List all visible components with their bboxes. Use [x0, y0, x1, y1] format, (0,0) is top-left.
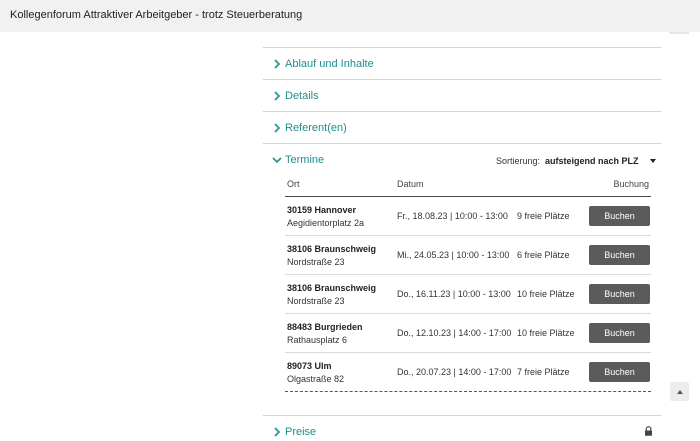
- table-row: 88483 Burgrieden Rathausplatz 6 Do., 12.…: [285, 314, 651, 353]
- accordion-label: Ablauf und Inhalte: [285, 58, 374, 70]
- date-time: Fr., 18.08.23 | 10:00 - 13:00: [397, 211, 508, 221]
- location-street: Aegidientorplatz 2a: [287, 218, 365, 228]
- location-street: Nordstraße 23: [287, 257, 345, 267]
- accordion-label: Termine: [285, 154, 325, 166]
- book-button[interactable]: Buchen: [589, 284, 650, 304]
- location-street: Olgastraße 82: [287, 374, 345, 384]
- location-street: Nordstraße 23: [287, 296, 345, 306]
- book-button[interactable]: Buchen: [589, 245, 650, 265]
- title-bar: Kollegenforum Attraktiver Arbeitgeber - …: [0, 0, 700, 32]
- book-button[interactable]: Buchen: [589, 362, 650, 382]
- table-row: 38106 Braunschweig Nordstraße 23 Mi., 24…: [285, 236, 651, 275]
- location-street: Rathausplatz 6: [287, 335, 348, 345]
- date-time: Mi., 24.05.23 | 10:00 - 13:00: [397, 250, 510, 260]
- free-seats: 9 freie Plätze: [517, 211, 570, 221]
- accordion-label: Referent(en): [285, 122, 347, 134]
- location-name: 38106 Braunschweig: [287, 244, 377, 254]
- free-seats: 7 freie Plätze: [517, 367, 570, 377]
- table-row: 38106 Braunschweig Nordstraße 23 Do., 16…: [285, 275, 651, 314]
- date-time: Do., 12.10.23 | 14:00 - 17:00: [397, 328, 512, 338]
- free-seats: 10 freie Plätze: [517, 328, 575, 338]
- accordion-label: Details: [285, 90, 319, 102]
- table-row: 30159 Hannover Aegidientorplatz 2a Fr., …: [285, 197, 651, 236]
- sort-value[interactable]: aufsteigend nach PLZ: [545, 156, 639, 166]
- accordion-label: Preise: [285, 426, 317, 438]
- chevron-right-icon: [274, 427, 281, 437]
- location-name: 89073 Ulm: [287, 361, 332, 371]
- book-button[interactable]: Buchen: [589, 206, 650, 226]
- accordion-header-referenten[interactable]: Referent(en): [272, 122, 347, 134]
- free-seats: 6 freie Plätze: [517, 250, 570, 260]
- accordion-item-ablauf: Ablauf und Inhalte: [263, 47, 661, 79]
- sort-label: Sortierung:: [496, 156, 541, 166]
- date-time: Do., 20.07.23 | 14:00 - 17:00: [397, 367, 512, 377]
- scroll-indicator: [669, 32, 689, 34]
- lock-icon: [645, 426, 652, 436]
- column-header-datum: Datum: [397, 179, 424, 189]
- accordion-item-preise: Preise: [263, 415, 661, 441]
- column-header-buchung: Buchung: [613, 179, 649, 189]
- location-name: 38106 Braunschweig: [287, 283, 377, 293]
- accordion-item-details: Details: [263, 79, 661, 111]
- book-button[interactable]: Buchen: [589, 323, 650, 343]
- date-time: Do., 16.11.23 | 10:00 - 13:00: [397, 289, 511, 299]
- location-name: 30159 Hannover: [287, 205, 357, 215]
- free-seats: 10 freie Plätze: [517, 289, 575, 299]
- arrow-up-icon: [676, 389, 683, 394]
- chevron-right-icon: [274, 123, 281, 133]
- accordion-header-details[interactable]: Details: [272, 90, 319, 102]
- accordion-header-termine[interactable]: Termine: [272, 154, 324, 166]
- sort-select[interactable]: Sortierung: aufsteigend nach PLZ: [496, 156, 656, 166]
- location-name: 88483 Burgrieden: [287, 322, 363, 332]
- page-title: Kollegenforum Attraktiver Arbeitgeber - …: [10, 9, 303, 21]
- chevron-right-icon: [274, 91, 281, 101]
- column-header-ort: Ort: [287, 179, 300, 189]
- table-header: Ort Datum Buchung: [285, 171, 651, 197]
- scroll-to-top-button[interactable]: [670, 382, 689, 401]
- accordion-item-referenten: Referent(en): [263, 111, 661, 143]
- chevron-down-icon: [272, 157, 282, 164]
- caret-down-icon[interactable]: [649, 159, 656, 163]
- accordion-header-ablauf[interactable]: Ablauf und Inhalte: [272, 58, 374, 70]
- table-row: 89073 Ulm Olgastraße 82 Do., 20.07.23 | …: [285, 353, 651, 392]
- accordion-header-preise[interactable]: Preise: [272, 426, 316, 438]
- chevron-right-icon: [274, 59, 281, 69]
